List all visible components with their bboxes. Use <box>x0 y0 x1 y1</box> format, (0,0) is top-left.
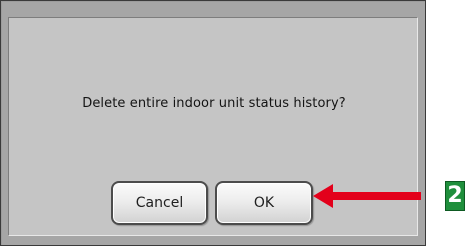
left-arrow-icon <box>313 184 421 208</box>
cancel-button[interactable]: Cancel <box>111 181 208 225</box>
dialog-message: Delete entire indoor unit status history… <box>82 96 346 111</box>
ok-button[interactable]: OK <box>215 181 313 225</box>
step-number-badge: 2 <box>445 181 465 211</box>
screenshot-stage: Delete entire indoor unit status history… <box>0 0 469 248</box>
